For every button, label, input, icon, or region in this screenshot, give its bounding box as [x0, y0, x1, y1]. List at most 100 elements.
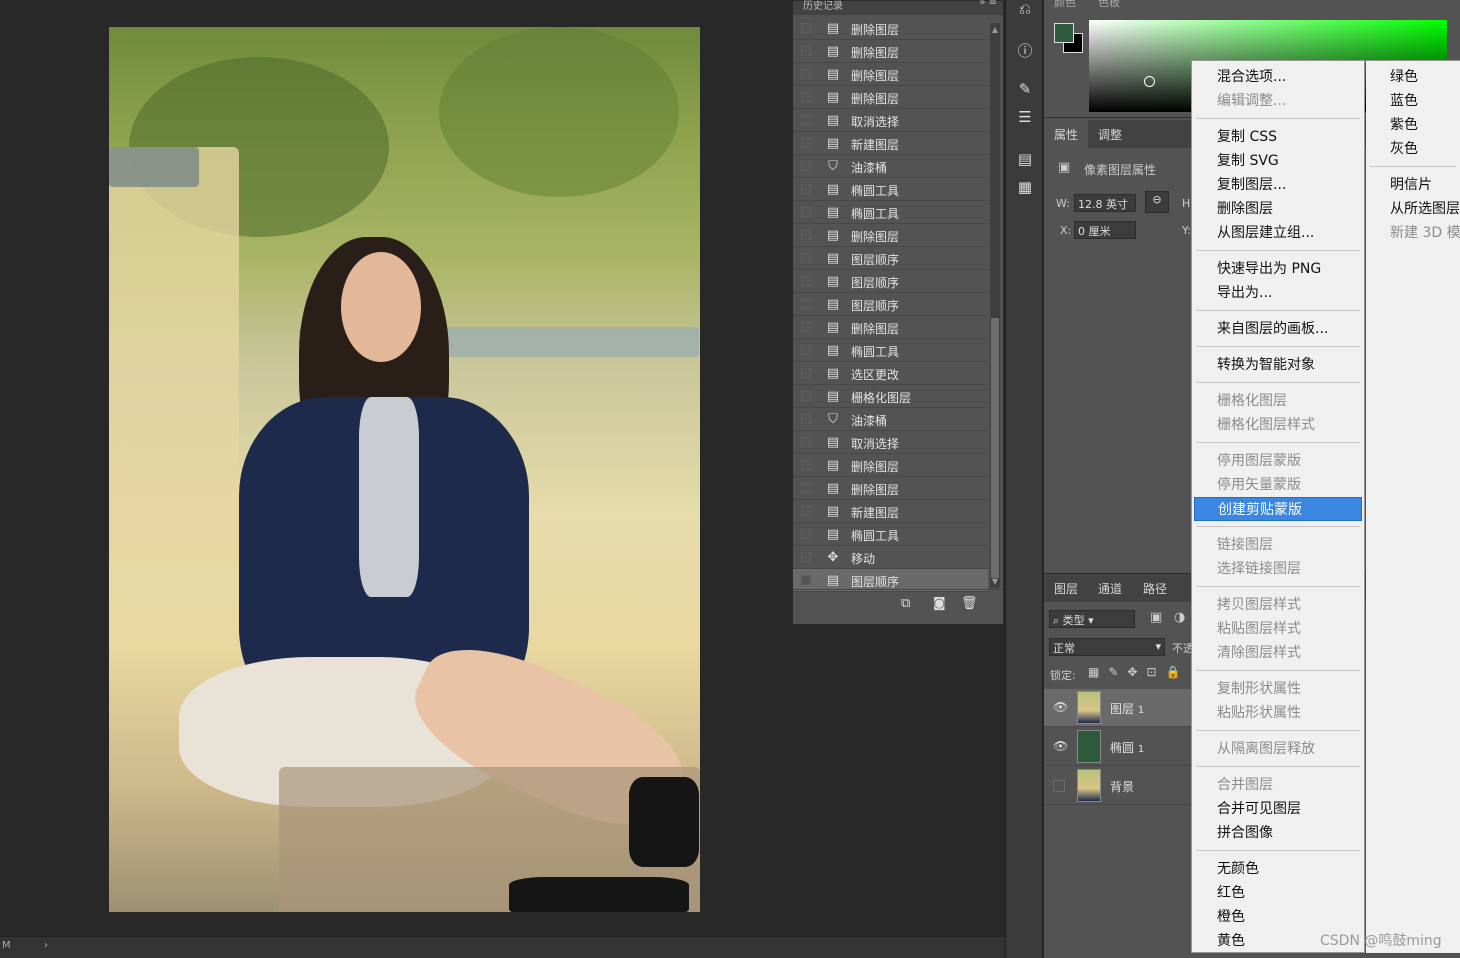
menu-item[interactable]: 快速导出为 PNG	[1194, 257, 1362, 281]
history-state-item[interactable]: ▤ 图层顺序	[793, 293, 988, 316]
history-state-item[interactable]: ▤ 取消选择	[793, 109, 988, 132]
history-state-item[interactable]: ▤ 删除图层	[793, 17, 988, 40]
menu-item[interactable]: 绿色	[1368, 65, 1458, 89]
snapshot-checkbox[interactable]	[801, 230, 811, 240]
snapshot-checkbox[interactable]	[801, 552, 811, 562]
camera-icon[interactable]: ◙	[933, 596, 946, 611]
menu-item[interactable]: 从图层建立组...	[1194, 221, 1362, 245]
snapshot-checkbox[interactable]	[801, 575, 811, 585]
adjustment-filter-icon[interactable]: ◑	[1174, 610, 1185, 625]
history-state-item[interactable]: ▤ 删除图层	[793, 63, 988, 86]
adjustment-sliders-icon[interactable]: ☰	[1015, 108, 1035, 126]
history-state-item[interactable]: ▤ 椭圆工具	[793, 339, 988, 362]
snapshot-checkbox[interactable]	[801, 368, 811, 378]
brush-icon[interactable]: ✎	[1015, 80, 1035, 98]
link-dimensions-icon[interactable]: ⊖	[1145, 191, 1169, 213]
trash-icon[interactable]: 🗑	[961, 596, 978, 611]
menu-item[interactable]: 复制 SVG	[1194, 149, 1362, 173]
new-document-from-state-icon[interactable]: ⧉	[901, 596, 910, 611]
menu-item[interactable]: 从所选图层	[1368, 197, 1460, 221]
snapshot-checkbox[interactable]	[801, 115, 811, 125]
layer-filter-select[interactable]: ⌕ 类型 ▾	[1049, 610, 1135, 628]
eye-icon[interactable]: 👁	[1053, 739, 1068, 753]
tab-properties[interactable]: 属性	[1044, 120, 1089, 148]
history-tab[interactable]: 历史记录	[803, 0, 843, 12]
snapshot-checkbox[interactable]	[801, 506, 811, 516]
scroll-down-icon[interactable]: ▼	[990, 577, 1000, 586]
menu-item[interactable]: 创建剪贴蒙版	[1194, 497, 1362, 521]
snapshot-checkbox[interactable]	[801, 345, 811, 355]
snapshot-checkbox[interactable]	[801, 437, 811, 447]
snapshot-checkbox[interactable]	[801, 161, 811, 171]
lock-icons[interactable]: ▦✎✥⊡🔒	[1088, 665, 1189, 679]
menu-item[interactable]: 混合选项...	[1194, 65, 1362, 89]
history-panel-icon[interactable]: ⎌	[1015, 0, 1035, 18]
snapshot-checkbox[interactable]	[801, 46, 811, 56]
snapshot-checkbox[interactable]	[801, 23, 811, 33]
layer-row[interactable]: 背景	[1044, 767, 1204, 805]
history-scrollbar[interactable]: ▲ ▼	[990, 23, 1000, 588]
menu-item[interactable]: 复制图层...	[1194, 173, 1362, 197]
menu-item[interactable]: 橙色	[1194, 905, 1362, 929]
history-state-item[interactable]: ▤ 栅格化图层	[793, 385, 988, 408]
history-state-item[interactable]: ▤ 新建图层	[793, 132, 988, 155]
menu-item[interactable]: 红色	[1194, 881, 1362, 905]
color-picker-cursor[interactable]	[1144, 76, 1155, 87]
info-icon[interactable]: ⓘ	[1015, 40, 1035, 61]
visibility-toggle-off[interactable]	[1053, 780, 1065, 792]
history-state-item[interactable]: ▤ 删除图层	[793, 477, 988, 500]
tab-swatches[interactable]: 色板	[1098, 0, 1120, 10]
history-state-item[interactable]: ✥ 移动	[793, 546, 988, 569]
status-arrow-button[interactable]: ›	[44, 940, 48, 951]
snapshot-checkbox[interactable]	[801, 92, 811, 102]
history-state-item[interactable]: ▤ 删除图层	[793, 86, 988, 109]
tab-adjustments[interactable]: 调整	[1098, 126, 1122, 143]
menu-item[interactable]: 合并可见图层	[1194, 797, 1362, 821]
menu-item[interactable]: 明信片	[1368, 173, 1458, 197]
snapshot-checkbox[interactable]	[801, 276, 811, 286]
notes-icon[interactable]: ▦	[1015, 178, 1035, 196]
menu-item[interactable]: 复制 CSS	[1194, 125, 1362, 149]
history-state-item[interactable]: ▤ 图层顺序	[793, 247, 988, 270]
snapshot-checkbox[interactable]	[801, 483, 811, 493]
menu-item[interactable]: 拼合图像	[1194, 821, 1362, 845]
snapshot-checkbox[interactable]	[801, 391, 811, 401]
history-state-item[interactable]: ▤ 新建图层	[793, 500, 988, 523]
snapshot-checkbox[interactable]	[801, 253, 811, 263]
layer-row[interactable]: 👁 椭圆 1	[1044, 728, 1204, 766]
snapshot-checkbox[interactable]	[801, 299, 811, 309]
snapshot-checkbox[interactable]	[801, 460, 811, 470]
image-filter-icon[interactable]: ▣	[1150, 610, 1162, 625]
history-state-item[interactable]: ▤ 删除图层	[793, 454, 988, 477]
snapshot-checkbox[interactable]	[801, 69, 811, 79]
snapshot-checkbox[interactable]	[801, 529, 811, 539]
layer-row[interactable]: 👁 图层 1	[1044, 689, 1204, 727]
document-canvas[interactable]	[0, 0, 790, 936]
blend-mode-select[interactable]: 正常 ▾	[1049, 638, 1165, 656]
tab-channels[interactable]: 通道	[1098, 580, 1122, 597]
foreground-color-swatch[interactable]	[1054, 23, 1074, 43]
history-state-item[interactable]: ▤ 椭圆工具	[793, 523, 988, 546]
scroll-up-icon[interactable]: ▲	[990, 25, 1000, 34]
snapshot-checkbox[interactable]	[801, 322, 811, 332]
tab-paths[interactable]: 路径	[1143, 580, 1167, 597]
tab-layers[interactable]: 图层	[1054, 580, 1078, 597]
history-state-item[interactable]: ▤ 图层顺序	[793, 270, 988, 293]
menu-item[interactable]: 删除图层	[1194, 197, 1362, 221]
menu-item[interactable]: 紫色	[1368, 113, 1458, 137]
width-field[interactable]: 12.8 英寸	[1074, 194, 1136, 212]
snapshot-checkbox[interactable]	[801, 184, 811, 194]
history-state-item[interactable]: ▤ 椭圆工具	[793, 201, 988, 224]
history-state-item[interactable]: ▤ 选区更改	[793, 362, 988, 385]
history-state-item[interactable]: ▤ 删除图层	[793, 40, 988, 63]
snapshot-checkbox[interactable]	[801, 207, 811, 217]
history-state-item[interactable]: ⛉ 油漆桶	[793, 155, 988, 178]
scroll-thumb[interactable]	[991, 318, 999, 578]
menu-item[interactable]: 蓝色	[1368, 89, 1458, 113]
history-state-item[interactable]: ▤ 取消选择	[793, 431, 988, 454]
menu-item[interactable]: 来自图层的画板...	[1194, 317, 1362, 341]
tab-color[interactable]: 颜色	[1054, 0, 1076, 10]
snapshot-checkbox[interactable]	[801, 414, 811, 424]
library-icon[interactable]: ▤	[1015, 150, 1035, 168]
history-state-item[interactable]: ⛉ 油漆桶	[793, 408, 988, 431]
